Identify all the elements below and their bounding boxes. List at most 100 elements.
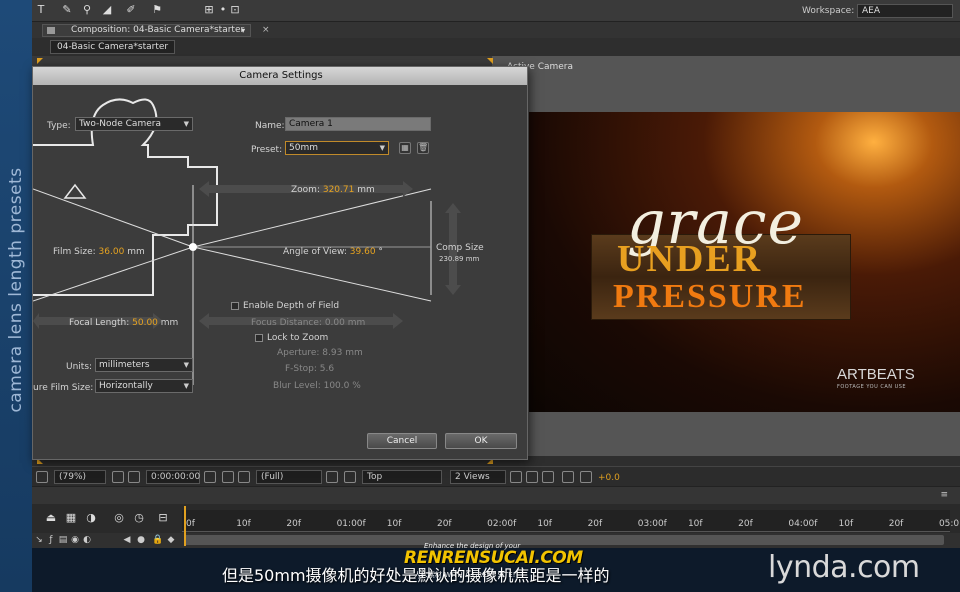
view-layout-select[interactable]: 2 Views [450,470,506,484]
aperture-value: 8.93 mm [322,348,363,358]
view-axis-icon[interactable]: ⊡ [228,3,242,17]
exposure-icon[interactable] [580,471,592,483]
watermark-bottom: 人人素材 WITH A GREAT SITE! [414,571,516,579]
comp-size-value: 230.89 mm [439,255,480,263]
chevron-down-icon: ▼ [183,382,189,390]
frame-blending-icon[interactable]: ◎ [112,511,126,525]
audio-switch-icon[interactable]: ◀ [122,535,132,545]
draft-3d-icon[interactable]: ▦ [64,511,78,525]
ruler-tick-label: 10f [838,519,854,529]
zoom-value[interactable]: 320.71 [323,185,355,195]
enable-dof-checkbox[interactable] [231,302,239,310]
focus-distance-value: 0.00 mm [324,318,366,328]
lynda-logo: lynda.com [768,550,920,585]
magnification-select[interactable]: (79%) [54,470,106,484]
zoom-label: Zoom: 320.71 mm [291,185,375,195]
snapshot-icon[interactable] [204,471,216,483]
time-ruler[interactable]: 0f 10f 20f 01:00f 10f 20f 02:00f 10f 20f 03:00f 10… [182,510,959,532]
preset-select[interactable]: 50mm ▼ [285,141,389,155]
mask-visibility-icon[interactable] [128,471,140,483]
focal-length-unit: mm [160,318,179,328]
expand-icon[interactable]: ↘ [34,535,44,545]
toggle-pixel-aspect-icon[interactable] [510,471,522,483]
text-tool-icon[interactable]: T [34,3,48,17]
flowchart-icon[interactable] [562,471,574,483]
work-area-bar[interactable] [184,535,944,545]
ruler-tick-label: 10f [236,519,251,529]
viewer-corner-marker [37,58,43,64]
blur-level-label: Blur Level: 100.0 % [273,381,361,391]
ok-button[interactable]: OK [445,433,517,449]
3d-view-select[interactable]: Top [362,470,442,484]
timeline-icon[interactable] [542,471,554,483]
clone-stamp-icon[interactable]: ⚲ [80,3,94,17]
focus-distance-label: Focus Distance: 0.00 mm [251,318,365,328]
current-time-indicator[interactable] [184,506,186,546]
solo-icon[interactable]: ● [136,535,146,545]
measure-film-size-select[interactable]: Horizontally ▼ [95,379,193,393]
delete-preset-icon[interactable]: 🗑 [417,142,429,154]
region-of-interest-icon[interactable] [326,471,338,483]
channel-icon[interactable] [238,471,250,483]
tab-menu-icon[interactable]: ▾ [241,25,245,36]
camera-name-field[interactable]: Camera 1 [285,117,431,131]
timeline-tab-bar: ≡ [32,486,960,504]
chevron-down-icon: ▼ [379,144,385,152]
chevron-down-icon: ▼ [183,120,189,128]
transparency-grid-icon[interactable] [344,471,356,483]
focus-distance-label-text: Focus Distance: [251,318,322,328]
composition-flow-button[interactable]: 04-Basic Camera*starter [50,40,176,54]
fast-previews-icon[interactable] [526,471,538,483]
viewfinder-triangle [63,183,87,199]
comp-mini-flowchart-icon[interactable]: ⏏ [44,511,58,525]
focal-length-label: Focal Length: 50.00 mm [69,318,178,328]
composition-tab[interactable]: Composition: 04-Basic Camera*starter ▾ [42,24,252,37]
pen-tool-icon[interactable]: ✎ [60,3,74,17]
lock-to-zoom-label: Lock to Zoom [267,333,329,343]
fstop-value: 5.6 [319,364,335,374]
camera-type-select[interactable]: Two-Node Camera ▼ [75,117,193,131]
grid-icon[interactable] [112,471,124,483]
show-snapshot-icon[interactable] [222,471,234,483]
cancel-button[interactable]: Cancel [367,433,437,449]
angle-label-text: Angle of View: [283,247,347,257]
tools-panel: T ✎ ⚲ ◢ ✐ ⚑ ⊞ • ⊡ Workspace: AEA [32,0,960,22]
focal-length-value[interactable]: 50.00 [132,318,158,328]
local-axis-icon[interactable]: ⊞ [202,3,216,17]
puppet-pin-icon[interactable]: ⚑ [150,3,164,17]
quality-switch-icon[interactable]: ▤ [58,535,68,545]
focal-length-label-text: Focal Length: [69,318,130,328]
video-switch-icon[interactable]: ◉ [70,535,80,545]
panel-menu-icon[interactable]: ≡ [940,490,948,500]
label-icon[interactable]: ◆ [166,535,176,545]
resolution-select[interactable]: (Full) [256,470,322,484]
eraser-icon[interactable]: ◢ [100,3,114,17]
save-preset-icon[interactable]: ▦ [399,142,411,154]
solo-switch-icon[interactable]: ◐ [82,535,92,545]
artbeats-tagline: FOOTAGE YOU CAN USE [837,384,907,390]
ruler-tick-label: 03:00f [637,519,667,529]
film-size-value[interactable]: 36.00 [99,247,125,257]
measure-film-size-label: ure Film Size: [33,383,94,393]
exposure-value[interactable]: +0.0 [598,473,620,483]
always-preview-icon[interactable] [36,471,48,483]
video-title-under: UNDER [617,238,763,280]
ruler-tick-label: 10f [687,519,703,529]
composition-icon [47,27,55,34]
fx-switch-icon[interactable]: ƒ [46,535,56,545]
ruler-tick-label: 20f [436,519,452,529]
workspace-select[interactable]: AEA [857,4,953,18]
close-icon[interactable]: × [262,25,270,35]
video-title-pressure: PRESSURE [613,278,807,315]
roto-brush-icon[interactable]: ✐ [124,3,138,17]
graph-editor-icon[interactable]: ⊟ [156,511,170,525]
angle-of-view-value[interactable]: 39.60 [350,247,376,257]
units-select[interactable]: millimeters ▼ [95,358,193,372]
lock-to-zoom-checkbox[interactable] [255,334,263,342]
current-time-display[interactable]: 0:00:00:00 [146,470,200,484]
units-label: Units: [66,362,93,372]
lock-icon[interactable]: 🔒 [152,535,163,545]
zoom-label-text: Zoom: [291,185,320,195]
shy-layers-icon[interactable]: ◑ [84,511,98,525]
motion-blur-icon[interactable]: ◷ [132,511,146,525]
